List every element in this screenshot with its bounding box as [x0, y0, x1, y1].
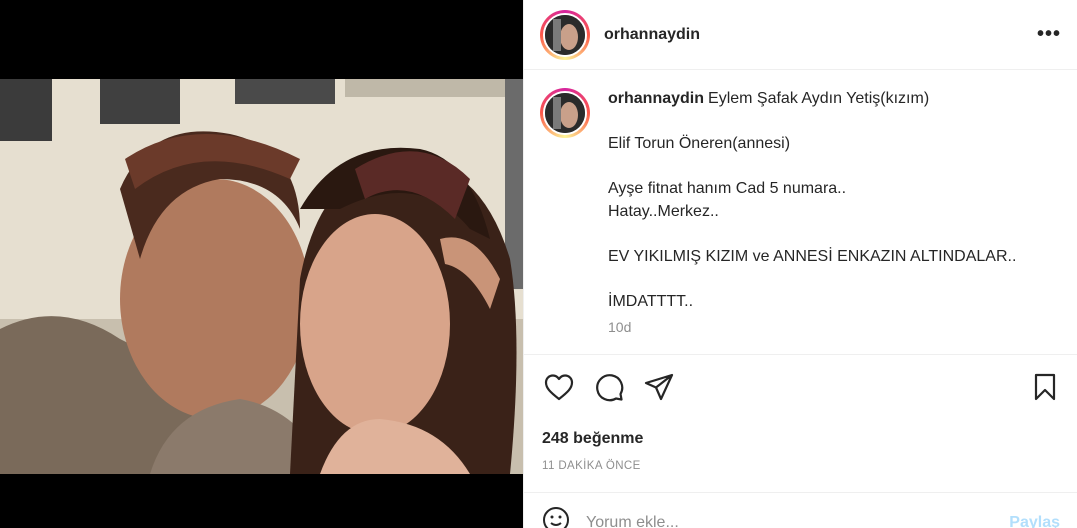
caption-line: Elif Torun Öneren(annesi) — [608, 135, 791, 152]
caption-section: orhannaydin Eylem Şafak Aydın Yetiş(kızım… — [524, 70, 1077, 353]
post-photo-image — [0, 79, 523, 474]
post-actions: 248 beğenme 11 DAKİKA ÖNCE — [524, 354, 1077, 472]
comment-icon[interactable] — [592, 370, 626, 404]
caption-text: orhannaydin Eylem Şafak Aydın Yetiş(kızım… — [608, 88, 1016, 313]
caption-line — [608, 223, 1016, 246]
posted-time[interactable]: 11 DAKİKA ÖNCE — [542, 460, 1062, 472]
likes-count[interactable]: 248 beğenme — [542, 430, 1062, 448]
caption-username[interactable]: orhannaydin — [608, 90, 704, 107]
bookmark-icon[interactable] — [1028, 370, 1062, 404]
caption-line-text: Eylem Şafak Aydın Yetiş(kızım) — [708, 90, 930, 107]
caption-line — [608, 156, 1016, 179]
emoji-icon[interactable] — [542, 506, 570, 528]
caption-line — [608, 268, 1016, 291]
user-avatar[interactable] — [540, 9, 590, 60]
post-media — [0, 0, 523, 528]
instagram-post-view: orhannaydin ••• orhannaydin Eylem Şafak A… — [0, 0, 1077, 528]
caption-line: EV YIKILMIŞ KIZIM ve ANNESİ ENKAZIN ALTI… — [608, 247, 1017, 265]
post-header: orhannaydin ••• — [524, 0, 1077, 70]
share-icon[interactable] — [642, 370, 676, 404]
avatar-image — [543, 91, 587, 135]
post-comment-button[interactable]: Paylaş — [1009, 514, 1060, 528]
avatar-image — [543, 12, 587, 57]
heart-icon[interactable] — [542, 370, 576, 404]
comment-input[interactable] — [586, 513, 1010, 528]
comment-form: Paylaş — [524, 492, 1077, 528]
post-details-panel: orhannaydin ••• orhannaydin Eylem Şafak A… — [523, 0, 1077, 528]
caption-line — [608, 111, 1016, 134]
post-photo[interactable] — [0, 79, 523, 474]
caption-line: İMDATTTT.. — [608, 292, 694, 310]
more-options-icon[interactable]: ••• — [1037, 23, 1061, 46]
action-icons-row — [542, 369, 1062, 405]
caption-body: orhannaydin Eylem Şafak Aydın Yetiş(kızım… — [608, 88, 1016, 353]
caption-age[interactable]: 10d — [608, 319, 1016, 335]
caption-avatar[interactable] — [540, 88, 590, 138]
header-username[interactable]: orhannaydin — [604, 26, 700, 44]
caption-line: orhannaydin Eylem Şafak Aydın Yetiş(kızım… — [608, 88, 1016, 111]
caption-line: Ayşe fitnat hanım Cad 5 numara.. — [608, 180, 847, 197]
caption-line: Hatay..Merkez.. — [608, 202, 719, 220]
